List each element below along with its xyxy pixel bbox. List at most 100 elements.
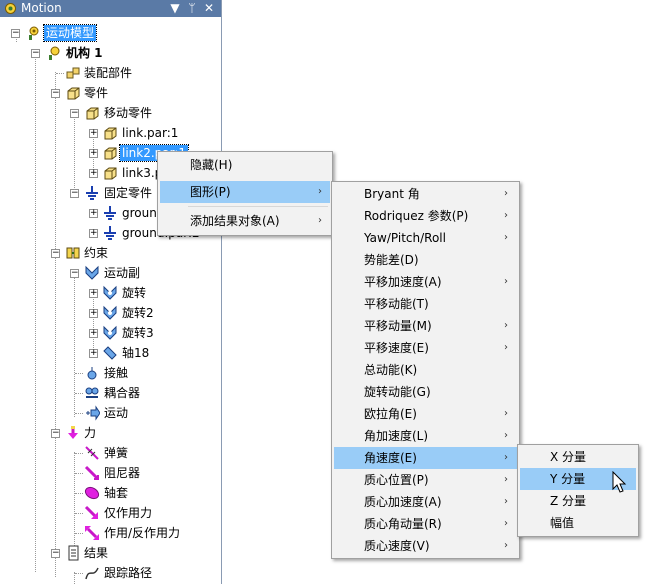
tree-node-constraints[interactable]: − 约束 (0, 245, 220, 265)
revolute-joint-icon (103, 325, 117, 340)
collapse-icon[interactable]: − (70, 269, 79, 278)
tree-node-link1[interactable]: + link.par:1 (0, 125, 220, 145)
motion-model-icon (29, 26, 39, 40)
menu-item-hide[interactable]: 隐藏(H) (160, 154, 330, 176)
tree-node-parts[interactable]: − 零件 (0, 85, 220, 105)
tree-node-mechanism[interactable]: − 机构 1 (0, 45, 220, 65)
tree-label-moving-parts: 移动零件 (104, 106, 153, 120)
menu-item-x-component[interactable]: X 分量 (520, 446, 636, 468)
close-icon[interactable]: ✕ (202, 1, 216, 15)
tree-node-bushing[interactable]: 轴套 (0, 485, 220, 505)
tree-node-action-reaction[interactable]: 作用/反作用力 (0, 525, 220, 545)
tree-node-assembly[interactable]: 装配部件 (0, 65, 220, 85)
panel-titlebar: Motion ▼ ᛘ ✕ (0, 0, 221, 17)
expand-icon[interactable]: + (89, 329, 98, 338)
link-part-icon (104, 127, 117, 140)
collapse-icon[interactable]: − (51, 249, 60, 258)
menu-item-trans-momentum[interactable]: 平移动量(M) › (334, 315, 517, 337)
action-reaction-force-icon (85, 526, 99, 540)
link-part-icon (104, 147, 117, 160)
collapse-icon[interactable]: − (31, 49, 40, 58)
tree-label-link1: link.par:1 (122, 126, 179, 140)
tree-node-trace[interactable]: 跟踪路径 (0, 565, 220, 584)
collapse-icon[interactable]: − (11, 29, 20, 38)
tree-node-joint4[interactable]: + 轴18 (0, 345, 220, 365)
menu-item-add-result[interactable]: 添加结果对象(A) › (160, 210, 330, 232)
menu-item-potential-energy[interactable]: 势能差(D) (334, 249, 517, 271)
tree-label-constraints: 约束 (84, 246, 109, 260)
menu-item-trans-velocity[interactable]: 平移速度(E) › (334, 337, 517, 359)
ground-icon (104, 206, 116, 220)
mechanism-icon (49, 46, 60, 60)
tree-node-action-only[interactable]: 仅作用力 (0, 505, 220, 525)
tree-node-motion[interactable]: 运动 (0, 405, 220, 425)
menu-item-total-ke[interactable]: 总动能(K) (334, 359, 517, 381)
collapse-icon[interactable]: − (51, 429, 60, 438)
menu-item-trans-ke[interactable]: 平移动能(T) (334, 293, 517, 315)
tree-label-fixed-parts: 固定零件 (104, 186, 153, 200)
submenu-arrow-icon: › (504, 540, 508, 551)
expand-icon[interactable]: + (89, 149, 98, 158)
menu-item-euler[interactable]: 欧拉角(E) › (334, 403, 517, 425)
revolute-joint-icon (103, 285, 117, 300)
mouse-cursor-icon (612, 471, 627, 493)
menu-item-rodriquez[interactable]: Rodriquez 参数(P) › (334, 205, 517, 227)
tree-label-action-reaction: 作用/反作用力 (104, 526, 181, 540)
tree-node-damper[interactable]: 阻尼器 (0, 465, 220, 485)
submenu-arrow-icon: › (504, 518, 508, 529)
expand-icon[interactable]: + (89, 229, 98, 238)
expand-icon[interactable]: + (89, 129, 98, 138)
dropdown-icon[interactable]: ▼ (168, 1, 182, 15)
contact-icon (87, 367, 97, 380)
tree-node-coupler[interactable]: 耦合器 (0, 385, 220, 405)
menu-separator (188, 206, 328, 207)
menu-item-bryant[interactable]: Bryant 角 › (334, 183, 517, 205)
collapse-icon[interactable]: − (70, 109, 79, 118)
tree-label-joint1: 旋转 (122, 286, 147, 300)
motion-driver-icon (86, 405, 100, 421)
pin-icon[interactable]: ᛘ (185, 1, 199, 15)
tree-node-forces[interactable]: − 力 (0, 425, 220, 445)
expand-icon[interactable]: + (89, 169, 98, 178)
menu-item-ang-accel[interactable]: 角加速度(L) › (334, 425, 517, 447)
tree-node-results[interactable]: − 结果 (0, 545, 220, 565)
expand-icon[interactable]: + (89, 309, 98, 318)
expand-icon[interactable]: + (89, 289, 98, 298)
collapse-icon[interactable]: − (51, 89, 60, 98)
menu-item-cm-accel[interactable]: 质心加速度(A) › (334, 491, 517, 513)
menu-item-cm-position[interactable]: 质心位置(P) › (334, 469, 517, 491)
collapse-icon[interactable]: − (70, 189, 79, 198)
menu-item-rot-ke[interactable]: 旋转动能(G) (334, 381, 517, 403)
menu-item-magnitude[interactable]: 幅值 (520, 512, 636, 534)
tree-node-joints[interactable]: − 运动副 (0, 265, 220, 285)
submenu-arrow-icon: › (504, 320, 508, 331)
collapse-icon[interactable]: − (51, 549, 60, 558)
tree-label-spring: 弹簧 (104, 446, 129, 460)
tree-node-spring[interactable]: 弹簧 (0, 445, 220, 465)
tree-node-joint3[interactable]: + 旋转3 (0, 325, 220, 345)
tree-node-joint2[interactable]: + 旋转2 (0, 305, 220, 325)
tree-node-root[interactable]: − 运动模型 (0, 24, 220, 45)
tree-label-joint2: 旋转2 (122, 306, 154, 320)
submenu-arrow-icon: › (318, 215, 322, 226)
revolute-joint-icon (103, 305, 117, 320)
damper-icon (84, 465, 100, 481)
submenu-arrow-icon: › (504, 430, 508, 441)
expand-icon[interactable]: + (89, 349, 98, 358)
tree-node-joint1[interactable]: + 旋转 (0, 285, 220, 305)
spring-icon (85, 446, 99, 460)
menu-item-trans-accel[interactable]: 平移加速度(A) › (334, 271, 517, 293)
motion-app-icon (5, 3, 16, 14)
menu-item-cm-velocity[interactable]: 质心速度(V) › (334, 535, 517, 557)
menu-item-cm-ang-momentum[interactable]: 质心角动量(R) › (334, 513, 517, 535)
menu-item-ang-velocity[interactable]: 角速度(E) › (334, 447, 517, 469)
submenu-arrow-icon: › (504, 496, 508, 507)
bushing-icon (84, 486, 100, 500)
tree-node-contact[interactable]: 接触 (0, 365, 220, 385)
tree-label-root: 运动模型 (42, 24, 98, 42)
expand-icon[interactable]: + (89, 209, 98, 218)
submenu-arrow-icon: › (504, 232, 508, 243)
tree-node-moving-parts[interactable]: − 移动零件 (0, 105, 220, 125)
menu-item-graph[interactable]: 图形(P) › (160, 181, 330, 203)
menu-item-yaw-pitch-roll[interactable]: Yaw/Pitch/Roll › (334, 227, 517, 249)
